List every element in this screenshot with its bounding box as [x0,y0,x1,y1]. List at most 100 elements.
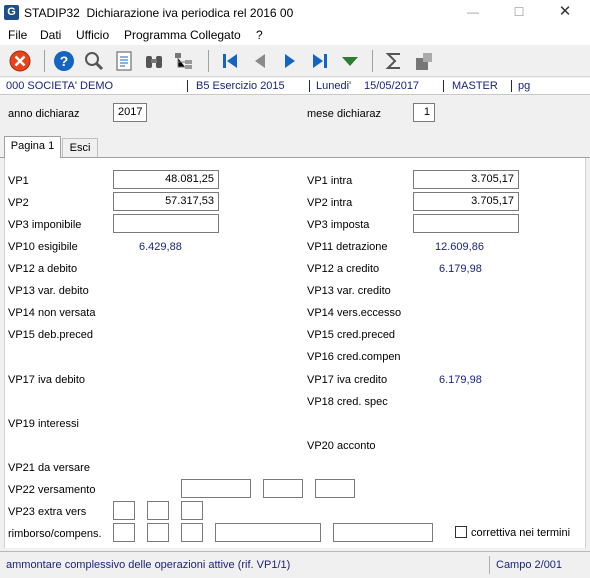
info-separator [309,80,310,92]
vp1-field[interactable]: 48.081,25 [113,170,219,189]
vp17-credit-value: 6.179,98 [439,374,482,386]
minimize-icon[interactable]: — [458,3,488,21]
close-icon[interactable] [8,49,32,73]
title-bar: G STADIP32 Dichiarazione iva periodica r… [0,0,590,25]
window-close-icon[interactable]: ✕ [550,3,580,21]
vp17-debit-label: VP17 iva debito [8,374,86,386]
vp11-label: VP11 detrazione [307,241,388,253]
vp3-tax-field[interactable] [413,214,519,233]
help-icon[interactable]: ? [52,49,76,73]
app-logo-icon: G [4,5,19,20]
vp2-field[interactable]: 57.317,53 [113,192,219,211]
date-label: 15/05/2017 [364,80,420,92]
menu-ufficio[interactable]: Ufficio [76,28,109,42]
vp17-credit-label: VP17 iva credito [307,374,388,386]
company-name: 000 SOCIETA' DEMO [6,80,114,92]
vp12-credit-label: VP12 a credito [307,263,380,275]
vp12-debit-label: VP12 a debito [8,263,78,275]
menu-help[interactable]: ? [256,28,263,42]
vp2-intra-field[interactable]: 3.705,17 [413,192,519,211]
menu-dati[interactable]: Dati [40,28,61,42]
corrective-checkbox[interactable] [455,526,467,538]
vp14-excess-label: VP14 vers.eccesso [307,307,402,319]
vp2-label: VP2 [8,197,29,209]
vp15-credit-label: VP15 cred.preced [307,329,396,341]
toolbar: ? [0,45,590,77]
vp3-label: VP3 imponibile [8,219,82,231]
vp22-code-field[interactable] [263,479,303,498]
vp22-amount-field[interactable] [181,479,251,498]
binoculars-icon[interactable] [142,49,166,73]
vp23-field-1[interactable] [113,501,135,520]
vp13-debit-label: VP13 var. debito [8,285,89,297]
vp22-bank-field[interactable] [315,479,355,498]
vp23-field-2[interactable] [147,501,169,520]
vp19-label: VP19 interessi [8,418,79,430]
sum-icon[interactable] [382,49,406,73]
app-name: STADIP32 [24,6,80,20]
menu-programma-collegato[interactable]: Programma Collegato [124,28,241,42]
vp23-field-3[interactable] [181,501,203,520]
refund-label: rimborso/compens. [8,528,102,540]
vp15-debit-label: VP15 deb.preced [8,329,94,341]
corrective-label: correttiva nei termini [471,527,571,539]
vp3-tax-label: VP3 imposta [307,219,370,231]
list-icon[interactable] [112,49,136,73]
window-title: STADIP32 Dichiarazione iva periodica rel… [24,6,293,20]
vp14-label: VP14 non versata [8,307,96,319]
info-bar: 000 SOCIETA' DEMO B5 Esercizio 2015 Lune… [0,78,590,95]
info-separator [187,80,188,92]
status-message: ammontare complessivo delle operazioni a… [6,559,291,571]
vp10-value: 6.429,88 [139,241,182,253]
search-icon[interactable] [82,49,106,73]
refund-field-5[interactable] [333,523,433,542]
prev-icon[interactable] [248,49,272,73]
vp1-intra-field[interactable]: 3.705,17 [413,170,519,189]
toolbar-separator [372,50,373,72]
vp23-label: VP23 extra vers [8,506,87,518]
vp1-label: VP1 [8,175,29,187]
tab-exit[interactable]: Esci [62,138,98,157]
vp22-label: VP22 versamento [8,484,96,496]
status-bar: ammontare complessivo delle operazioni a… [0,551,590,578]
vp13-credit-label: VP13 var. credito [307,285,391,297]
vp20-label: VP20 acconto [307,440,376,452]
info-separator [443,80,444,92]
vp16-label: VP16 cred.compen [307,351,401,363]
month-label: mese dichiaraz [307,108,381,120]
vp3-field[interactable] [113,214,219,233]
exercise-label: B5 Esercizio 2015 [196,80,285,92]
next-icon[interactable] [278,49,302,73]
refund-field-4[interactable] [215,523,321,542]
vp11-value: 12.609,86 [435,241,484,253]
tab-page-1[interactable]: Pagina 1 [4,136,61,158]
toolbar-separator [208,50,209,72]
status-separator [489,556,490,574]
refund-field-3[interactable] [181,523,203,542]
vp1-intra-label: VP1 intra [307,175,353,187]
edit-icon[interactable] [412,49,436,73]
svg-text:?: ? [60,53,69,69]
tree-icon[interactable] [172,49,196,73]
info-separator [511,80,512,92]
year-label: anno dichiaraz [8,108,80,120]
dropdown-icon[interactable] [338,49,362,73]
refund-field-2[interactable] [147,523,169,542]
day-label: Lunedi' [316,80,352,92]
document-title: Dichiarazione iva periodica rel 2016 00 [86,6,294,20]
menu-bar: File Dati Ufficio Programma Collegato ? [0,25,590,45]
vp10-label: VP10 esigibile [8,241,78,253]
vp18-label: VP18 cred. spec [307,396,388,408]
vp2-intra-label: VP2 intra [307,197,353,209]
field-counter: Campo 2/001 [496,559,563,571]
vp21-label: VP21 da versare [8,462,90,474]
maximize-icon[interactable]: ☐ [504,3,534,21]
refund-field-1[interactable] [113,523,135,542]
menu-file[interactable]: File [8,28,27,42]
user-label: MASTER [452,80,498,92]
first-icon[interactable] [218,49,242,73]
month-field[interactable]: 1 [413,103,435,122]
code-label: pg [518,80,531,92]
last-icon[interactable] [308,49,332,73]
year-field[interactable]: 2017 [113,103,147,122]
